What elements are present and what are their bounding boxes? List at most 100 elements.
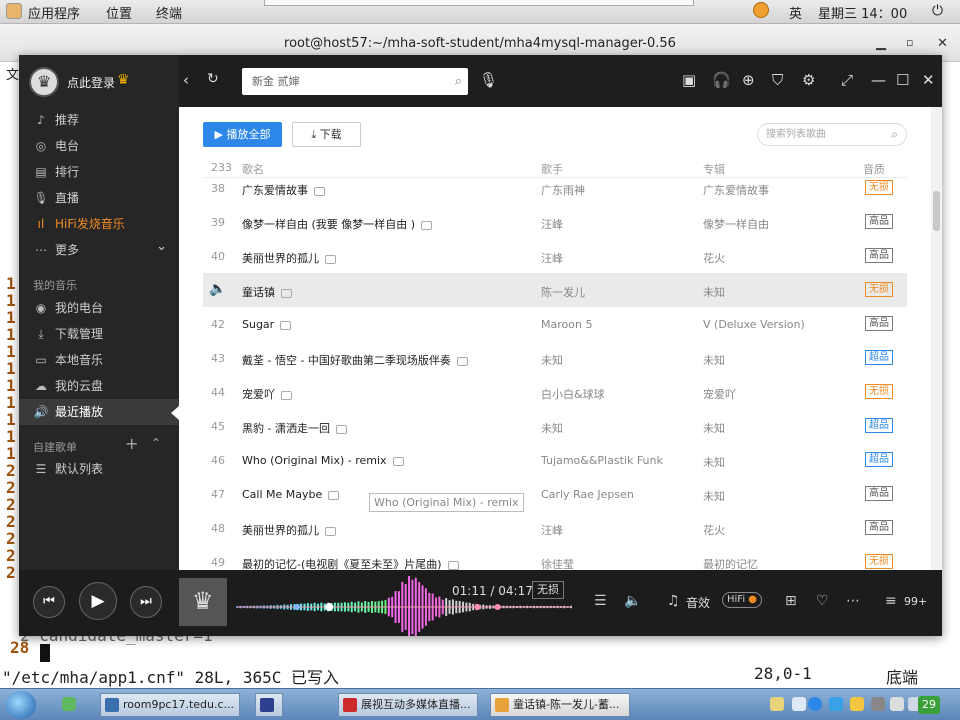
tray-icon-2[interactable] (792, 697, 806, 711)
taskbar-app-1[interactable] (255, 693, 283, 717)
table-row[interactable]: 47 Call Me Maybe Carly Rae Jepsen 未知 高品 (203, 477, 907, 511)
song-artist[interactable]: 汪峰 (541, 250, 563, 266)
song-title[interactable]: Who (Original Mix) - remix (242, 454, 404, 467)
song-artist[interactable]: 汪峰 (541, 522, 563, 538)
add-playlist-icon[interactable]: + (125, 434, 138, 453)
play-icon[interactable]: ▶ (79, 582, 117, 620)
song-album[interactable]: 宠爱吖 (703, 386, 736, 402)
song-artist[interactable]: 汪峰 (541, 216, 563, 232)
sidebar-item-recommend[interactable]: ♪ 推荐 (19, 107, 179, 133)
equalizer-icon[interactable]: ☰ (594, 593, 607, 609)
mini-mode-icon[interactable]: ⤢ (841, 71, 853, 89)
song-artist[interactable]: 广东雨神 (541, 182, 585, 198)
song-album[interactable]: 最初的记忆 (703, 556, 758, 570)
song-album[interactable]: 未知 (703, 488, 725, 504)
sidebar-item-ranking[interactable]: ▤ 排行 (19, 159, 179, 185)
close-icon[interactable]: ✕ (937, 36, 948, 51)
power-icon[interactable]: ⏻ (932, 3, 943, 19)
mv-icon[interactable] (325, 526, 336, 536)
shirt-icon[interactable]: ⛉ (772, 71, 783, 89)
network-icon[interactable] (871, 697, 885, 711)
play-all-button[interactable]: ▶ 播放全部 (203, 122, 282, 147)
song-album[interactable]: V (Deluxe Version) (703, 318, 805, 331)
next-icon[interactable]: ⏭ (130, 586, 162, 618)
taskbar-app-3[interactable]: 童话镇-陈一发儿-蓄... (490, 693, 630, 717)
sidebar-item-recent-play[interactable]: 🔊 最近播放 (19, 399, 179, 425)
song-album[interactable]: 像梦一样自由 (703, 216, 769, 232)
playlist-queue-icon[interactable]: ≡ (885, 593, 897, 609)
song-title[interactable]: 广东爱情故事 (242, 182, 325, 198)
terminal-menu[interactable]: 终端 (156, 3, 182, 22)
game-icon[interactable]: ⊕ (742, 71, 755, 89)
quality-selector[interactable]: 无损 (532, 581, 564, 599)
sidebar-item-cloud[interactable]: ☁ 我的云盘 (19, 373, 179, 399)
mv-icon[interactable] (421, 220, 433, 230)
sidebar-item-radio[interactable]: ◎ 电台 (19, 133, 179, 159)
song-album[interactable]: 花火 (703, 522, 725, 538)
settings-gear-icon[interactable]: ⚙ (802, 71, 815, 89)
hifi-toggle[interactable]: HiFi ● (722, 592, 763, 608)
refresh-icon[interactable]: ↻ (207, 71, 219, 87)
table-row[interactable]: 46 Who (Original Mix) - remix Tujamo&&Plas… (203, 443, 907, 477)
mv-icon[interactable] (325, 254, 336, 264)
collapse-icon[interactable]: ⌃ (151, 436, 161, 450)
sidebar-item-download-manage[interactable]: ⤓ 下载管理 (19, 321, 179, 347)
lyrics-icon[interactable]: ⊞ (785, 593, 797, 609)
mv-icon[interactable] (447, 560, 459, 570)
song-album[interactable]: 未知 (703, 284, 725, 300)
song-artist[interactable]: 陈一发儿 (541, 284, 585, 300)
minimize-icon[interactable]: ▁ (876, 36, 886, 51)
table-row[interactable]: 40 美丽世界的孤儿 汪峰 花火 高品 (203, 239, 907, 273)
table-row[interactable]: 44 宠爱吖 白小白&球球 宠爱吖 无损 (203, 375, 907, 409)
tray-icon-4[interactable] (850, 697, 864, 711)
window-maximize-icon[interactable]: ☐ (896, 71, 909, 89)
taskbar-app-0[interactable]: room9pc17.tedu.c... (100, 693, 240, 717)
help-icon[interactable] (808, 697, 822, 711)
microphone-icon[interactable]: 🎙 (479, 71, 498, 89)
back-icon[interactable]: ‹ (183, 71, 189, 89)
table-row[interactable]: 38 广东爱情故事 广东雨神 广东爱情故事 无损 (203, 171, 907, 205)
mv-icon[interactable] (280, 320, 292, 330)
sound-effect-button[interactable]: 音效 (686, 594, 710, 611)
tray-keyboard-icon[interactable] (770, 697, 784, 711)
headphones-icon[interactable]: 🎧 (712, 71, 731, 89)
song-artist[interactable]: 徐佳莹 (541, 556, 574, 570)
mv-icon[interactable] (314, 186, 325, 196)
song-artist[interactable]: 未知 (541, 420, 563, 436)
search-icon[interactable]: ⌕ (455, 68, 462, 95)
song-album[interactable]: 未知 (703, 352, 725, 368)
more-options-icon[interactable]: ⋯ (846, 593, 860, 609)
terminal-menu-fragment[interactable]: 文 (6, 64, 19, 83)
song-artist[interactable]: Tujamo&&Plastik Funk (541, 454, 663, 467)
tray-app-icon-1[interactable] (62, 697, 76, 711)
taskbar-app-2[interactable]: 展视互动多媒体直播... (338, 693, 478, 717)
chevron-down-icon[interactable]: ⌄ (156, 234, 167, 260)
song-artist[interactable]: Maroon 5 (541, 318, 592, 331)
input-method-indicator[interactable]: 英 (789, 3, 802, 22)
window-minimize-icon[interactable]: — (871, 71, 886, 89)
song-artist[interactable]: 白小白&球球 (541, 386, 605, 402)
tray-icon-3[interactable] (829, 697, 843, 711)
song-title[interactable]: 最初的记忆-(电视剧《夏至未至》片尾曲) (242, 556, 459, 570)
clock[interactable]: 星期三 14：00 (818, 3, 907, 22)
sidebar-item-local-music[interactable]: ▭ 本地音乐 (19, 347, 179, 373)
mv-icon[interactable] (281, 288, 292, 298)
table-row[interactable]: 42 Sugar Maroon 5 V (Deluxe Version) 高品 (203, 307, 907, 341)
skin-icon[interactable]: ▣ (682, 71, 696, 89)
song-title[interactable]: 美丽世界的孤儿 (242, 250, 336, 266)
table-row[interactable]: 48 美丽世界的孤儿 汪峰 花火 高品 (203, 511, 907, 545)
maximize-icon[interactable]: ▫ (906, 36, 913, 49)
login-link[interactable]: 点此登录 (67, 74, 115, 91)
previous-icon[interactable]: ⏮ (33, 586, 65, 618)
song-title[interactable]: Call Me Maybe (242, 488, 340, 501)
song-title[interactable]: 宠爱吖 (242, 386, 292, 402)
window-close-icon[interactable]: ✕ (922, 71, 935, 89)
song-title[interactable]: 像梦一样自由 (我要 像梦一样自由 ) (242, 216, 433, 232)
table-row[interactable]: 43 戴荃 - 悟空 - 中国好歌曲第二季现场版伴奏 未知 未知 超品 (203, 341, 907, 375)
sidebar-item-live[interactable]: 🎙 直播 (19, 185, 179, 211)
table-row[interactable]: 🔈 童话镇 陈一发儿 未知 无损 (203, 273, 907, 307)
song-album[interactable]: 未知 (703, 420, 725, 436)
tray-app-icon[interactable] (753, 2, 769, 18)
album-cover[interactable] (179, 578, 227, 626)
music-note-icon[interactable]: ♫ (667, 593, 680, 609)
